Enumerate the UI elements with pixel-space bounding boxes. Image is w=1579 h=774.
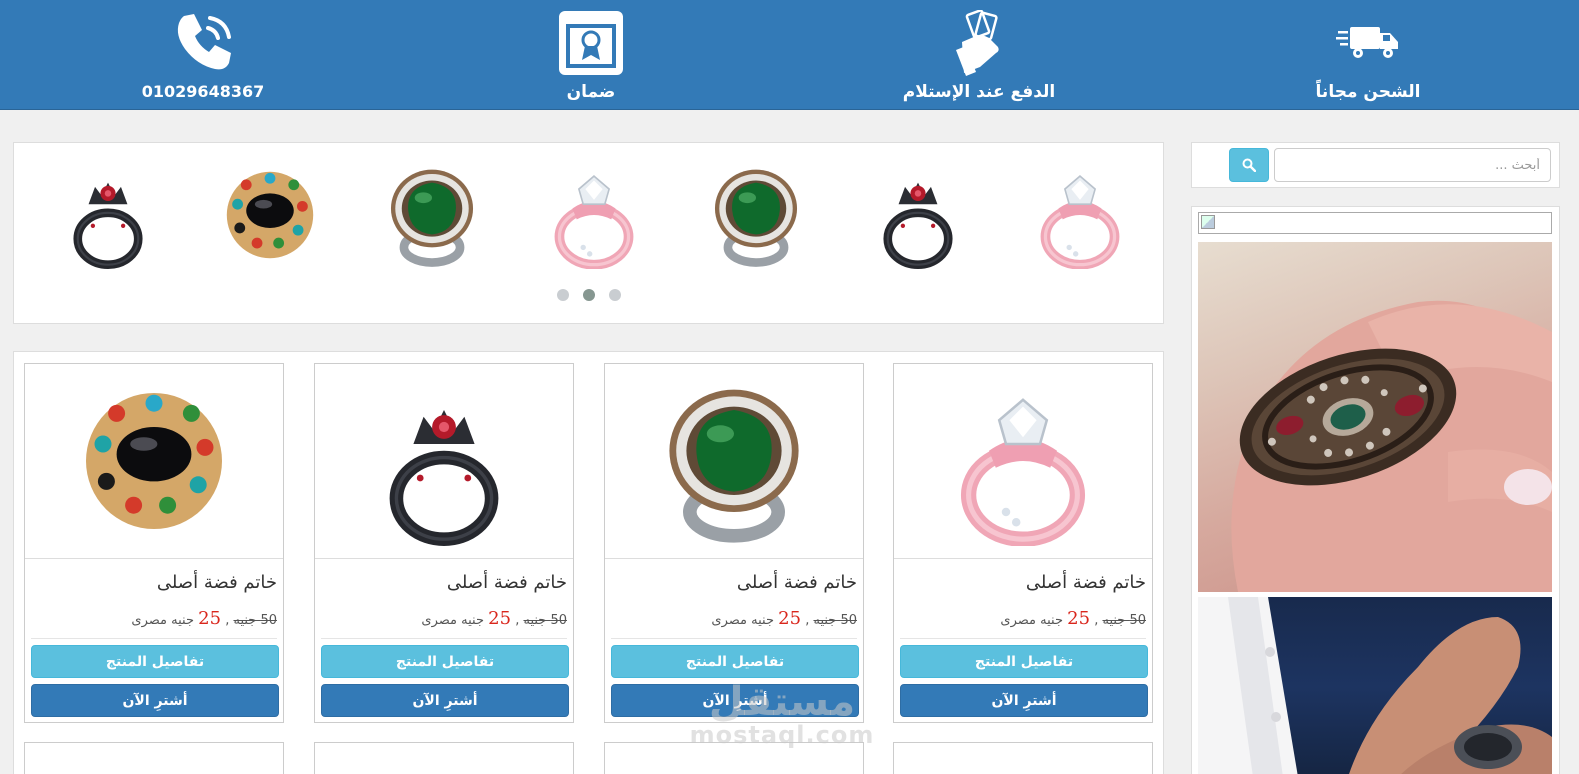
price-currency: جنيه مصرى (131, 613, 194, 628)
product-card: خاتم فضة أصلى 50 جنيه , 25 جنيه مصرى تفا… (24, 363, 284, 723)
divider (321, 638, 567, 639)
feature-free-shipping: الشحن مجاناً (1248, 6, 1488, 106)
product-title[interactable]: خاتم فضة أصلى (737, 572, 857, 593)
emerald-ring-image (390, 169, 474, 267)
product-card: خاتم فضة أصلى 50 جنيه , 25 جنيه مصرى تفا… (893, 363, 1153, 723)
carousel-slide[interactable] (700, 161, 810, 273)
carousel-dot[interactable] (608, 289, 621, 301)
product-details-button[interactable]: تفاصيل المنتج (611, 645, 859, 678)
old-price: 50 جنيه (523, 613, 567, 628)
price-separator: , (225, 613, 230, 628)
carousel-slide[interactable] (1024, 161, 1134, 273)
product-price: 50 جنيه , 25 جنيه مصرى (1000, 608, 1146, 629)
carousel-dots (14, 289, 1163, 301)
product-card-partial (893, 742, 1153, 774)
product-image[interactable] (605, 364, 863, 559)
product-title[interactable]: خاتم فضة أصلى (1026, 572, 1146, 593)
carousel-slide[interactable] (214, 161, 324, 273)
phone-number[interactable]: 01029648367 (83, 82, 323, 101)
divider (611, 638, 857, 639)
carousel-dot[interactable] (582, 289, 595, 301)
product-price: 50 جنيه , 25 جنيه مصرى (131, 608, 277, 629)
price-separator: , (1094, 613, 1099, 628)
product-card: خاتم فضة أصلى 50 جنيه , 25 جنيه مصرى تفا… (314, 363, 574, 723)
buy-now-button[interactable]: أشترِ الآن (321, 684, 569, 717)
black-crown-ring-image (883, 182, 953, 269)
product-image[interactable] (894, 364, 1152, 559)
pink-ring-image (554, 175, 634, 270)
ad-banner-mens-ring[interactable] (1198, 597, 1552, 774)
search-panel (1191, 142, 1560, 188)
feature-cash-on-delivery: الدفع عند الإستلام (859, 6, 1099, 106)
product-card-partial (314, 742, 574, 774)
product-carousel[interactable] (13, 142, 1164, 324)
price-separator: , (805, 613, 810, 628)
product-card: خاتم فضة أصلى 50 جنيه , 25 جنيه مصرى تفا… (604, 363, 864, 723)
feature-label: ضمان (566, 82, 616, 102)
price-currency: جنيه مصرى (421, 613, 484, 628)
ad-image (1198, 597, 1552, 774)
certificate-icon (559, 11, 623, 75)
product-details-button[interactable]: تفاصيل المنتج (900, 645, 1148, 678)
divider (31, 638, 277, 639)
carousel-slide[interactable] (862, 161, 972, 273)
feature-label: الدفع عند الإستلام (902, 82, 1056, 102)
carousel-dot[interactable] (556, 289, 569, 301)
search-button[interactable] (1229, 148, 1269, 182)
product-details-button[interactable]: تفاصيل المنتج (31, 645, 279, 678)
product-card-partial (604, 742, 864, 774)
carousel-slide[interactable] (52, 161, 162, 273)
old-price: 50 جنيه (1102, 613, 1146, 628)
feature-phone[interactable]: 01029648367 (83, 6, 323, 106)
pink-ring-image (960, 398, 1086, 546)
buy-now-button[interactable]: أشترِ الآن (31, 684, 279, 717)
emerald-ring-image (714, 169, 798, 267)
pink-ring-image (1040, 175, 1120, 270)
ad-image (1231, 300, 1552, 592)
buy-now-button[interactable]: أشترِ الآن (900, 684, 1148, 717)
black-crown-ring-image (389, 410, 499, 546)
search-input[interactable] (1274, 148, 1551, 182)
hand-money-icon (956, 10, 999, 76)
product-image[interactable] (25, 364, 283, 559)
old-price: 50 جنيه (233, 613, 277, 628)
phone-icon (177, 14, 231, 70)
product-price: 50 جنيه , 25 جنيه مصرى (421, 608, 567, 629)
black-crown-ring-image (73, 182, 143, 269)
broken-image (1198, 212, 1552, 234)
price-currency: جنيه مصرى (711, 613, 774, 628)
product-title[interactable]: خاتم فضة أصلى (157, 572, 277, 593)
divider (900, 638, 1146, 639)
onyx-multigem-ring-image (226, 171, 314, 259)
product-image[interactable] (315, 364, 573, 559)
features-bar: الشحن مجاناً الدفع عند الإستلام ضمان 010… (0, 0, 1579, 110)
price-currency: جنيه مصرى (1000, 613, 1063, 628)
sidebar-ads (1191, 206, 1560, 774)
product-title[interactable]: خاتم فضة أصلى (447, 572, 567, 593)
feature-warranty: ضمان (471, 6, 711, 106)
new-price: 25 (778, 608, 802, 629)
new-price: 25 (1067, 608, 1091, 629)
truck-icon (1336, 27, 1398, 58)
search-icon (1242, 158, 1256, 172)
product-card-partial (24, 742, 284, 774)
emerald-ring-image (669, 389, 799, 543)
product-price: 50 جنيه , 25 جنيه مصرى (711, 608, 857, 629)
new-price: 25 (198, 608, 222, 629)
feature-label: الشحن مجاناً (1315, 82, 1421, 102)
product-details-button[interactable]: تفاصيل المنتج (321, 645, 569, 678)
products-grid: خاتم فضة أصلى 50 جنيه , 25 جنيه مصرى تفا… (13, 351, 1164, 774)
carousel-slide[interactable] (538, 161, 648, 273)
price-separator: , (515, 613, 520, 628)
ad-banner-hand-ring[interactable] (1198, 242, 1552, 592)
old-price: 50 جنيه (813, 613, 857, 628)
onyx-multigem-ring-image (86, 393, 222, 529)
carousel-slide[interactable] (376, 161, 486, 273)
buy-now-button[interactable]: أشترِ الآن (611, 684, 859, 717)
new-price: 25 (488, 608, 512, 629)
